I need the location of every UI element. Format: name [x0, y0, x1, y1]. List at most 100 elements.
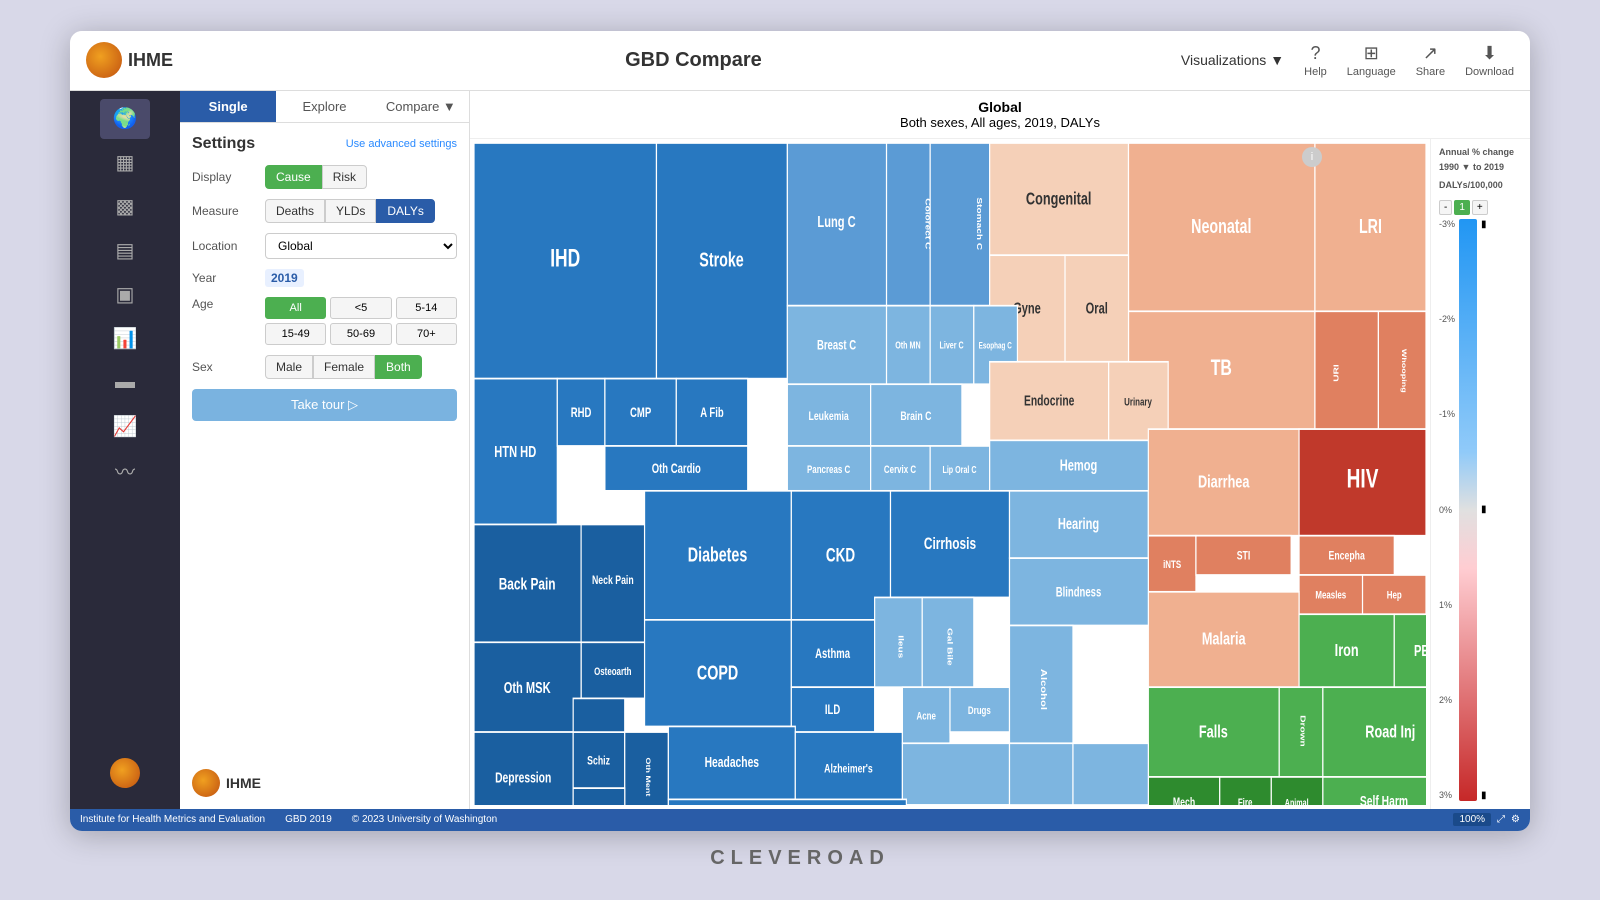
sidebar-icon-grid2[interactable]: ▩: [100, 187, 150, 227]
age-lt5-btn[interactable]: <5: [330, 297, 391, 319]
svg-text:Falls: Falls: [1199, 722, 1228, 742]
display-risk-btn[interactable]: Risk: [322, 165, 367, 189]
tab-explore[interactable]: Explore: [276, 91, 372, 122]
svg-text:Alzheimer's: Alzheimer's: [824, 762, 873, 776]
age-50-69-btn[interactable]: 50-69: [330, 323, 391, 345]
share-action[interactable]: ↗ Share: [1416, 43, 1445, 78]
sidebar-icon-wave[interactable]: 〰: [100, 451, 150, 491]
help-icon: ?: [1310, 43, 1320, 64]
legend-gradient: [1459, 219, 1477, 801]
main-content: 🌍 ▦ ▩ ▤ ▣ 📊 ▬ 📈 〰 Single Expl: [70, 91, 1530, 809]
sidebar-icon-ihme[interactable]: [100, 753, 150, 793]
advanced-link[interactable]: Use advanced settings: [346, 138, 457, 150]
svg-text:PEM: PEM: [1414, 641, 1426, 658]
logo-circle: [86, 42, 122, 78]
svg-text:Back Pain: Back Pain: [499, 575, 556, 593]
svg-text:CKD: CKD: [826, 545, 855, 566]
tm-schiz2: [573, 698, 625, 732]
svg-text:Measles: Measles: [1315, 589, 1346, 602]
age-label: Age: [192, 297, 257, 311]
svg-text:Breast C: Breast C: [817, 337, 857, 352]
svg-text:Stroke: Stroke: [699, 247, 744, 270]
svg-text:Oth MN: Oth MN: [895, 339, 920, 351]
svg-text:Mech: Mech: [1173, 795, 1195, 804]
sidebar-icon-stack[interactable]: ▬: [100, 363, 150, 403]
app-container: IHME GBD Compare Visualizations ▼ ? Help…: [70, 31, 1530, 870]
svg-text:Gal Bile: Gal Bile: [946, 628, 954, 666]
svg-text:Esophag C: Esophag C: [979, 340, 1012, 350]
sidebar-icon-chart[interactable]: 📈: [100, 407, 150, 447]
control-panel: Single Explore Compare ▼ Settings Use ad…: [180, 91, 470, 809]
age-row: Age All <5 5-14 15-49 50-69 70+: [192, 297, 457, 345]
status-bar: Institute for Health Metrics and Evaluat…: [70, 809, 1530, 831]
visualizations-button[interactable]: Visualizations ▼: [1181, 52, 1284, 68]
expand-icon[interactable]: ⤢: [1497, 814, 1505, 825]
chevron-down-icon: ▼: [1270, 52, 1284, 68]
tm-misc3: [668, 799, 906, 805]
age-15-49-btn[interactable]: 15-49: [265, 323, 326, 345]
tab-single[interactable]: Single: [180, 91, 276, 122]
help-action[interactable]: ? Help: [1304, 43, 1327, 78]
help-label: Help: [1304, 66, 1327, 78]
age-70plus-btn[interactable]: 70+: [396, 323, 457, 345]
svg-text:Urinary: Urinary: [1124, 396, 1152, 409]
age-all-btn[interactable]: All: [265, 297, 326, 319]
svg-text:RHD: RHD: [571, 405, 592, 420]
svg-text:TB: TB: [1211, 355, 1232, 380]
app-title: GBD Compare: [625, 49, 762, 71]
svg-text:Drown: Drown: [1299, 715, 1307, 746]
sex-male-btn[interactable]: Male: [265, 355, 313, 379]
location-select[interactable]: Global: [265, 233, 457, 259]
logo-area: IHME: [86, 42, 206, 78]
svg-text:Depression: Depression: [495, 769, 551, 785]
svg-text:Leukemia: Leukemia: [809, 409, 849, 423]
download-action[interactable]: ⬇ Download: [1465, 43, 1514, 78]
sidebar-bottom: [100, 753, 150, 801]
measure-ylds-btn[interactable]: YLDs: [325, 199, 376, 223]
language-action[interactable]: ⊞ Language: [1347, 43, 1396, 78]
info-icon[interactable]: i: [1302, 147, 1322, 167]
measure-dalys-btn[interactable]: DALYs: [376, 199, 434, 223]
svg-text:Congenital: Congenital: [1026, 189, 1092, 209]
zoom-indicator: 100%: [1453, 813, 1491, 826]
svg-text:LRI: LRI: [1359, 214, 1382, 237]
svg-text:Hemog: Hemog: [1060, 456, 1098, 473]
year-display: 2019: [265, 269, 304, 287]
sidebar: 🌍 ▦ ▩ ▤ ▣ 📊 ▬ 📈 〰: [70, 91, 180, 809]
sex-both-btn[interactable]: Both: [375, 355, 422, 379]
sidebar-icon-globe[interactable]: 🌍: [100, 99, 150, 139]
language-label: Language: [1347, 66, 1396, 78]
legend-active-btn[interactable]: 1: [1454, 200, 1470, 215]
measure-label: Measure: [192, 204, 257, 218]
legend-plus-btn[interactable]: +: [1472, 200, 1488, 215]
svg-text:Fire: Fire: [1238, 796, 1253, 804]
settings-icon[interactable]: ⚙: [1511, 814, 1520, 825]
treemap-container: i IHD Stroke Lung C: [470, 139, 1430, 809]
settings-title: Settings: [192, 135, 255, 153]
age-5-14-btn[interactable]: 5-14: [396, 297, 457, 319]
tm-misc5: [1073, 743, 1148, 805]
svg-text:Headaches: Headaches: [705, 754, 759, 770]
tab-compare[interactable]: Compare ▼: [373, 91, 469, 122]
settings-panel: Settings Use advanced settings Display C…: [180, 123, 469, 757]
display-btn-group: Cause Risk: [265, 165, 367, 189]
chart-area: Global Both sexes, All ages, 2019, DALYs…: [470, 91, 1530, 809]
sex-btn-group: Male Female Both: [265, 355, 422, 379]
legend-minus-btn[interactable]: -: [1439, 200, 1452, 215]
sidebar-icon-grid3[interactable]: ▤: [100, 231, 150, 271]
sidebar-icon-bars[interactable]: 📊: [100, 319, 150, 359]
svg-text:Road Inj: Road Inj: [1365, 722, 1415, 742]
chart-body: i IHD Stroke Lung C: [470, 139, 1530, 809]
share-icon: ↗: [1423, 43, 1438, 64]
sidebar-icon-grid1[interactable]: ▦: [100, 143, 150, 183]
sidebar-icon-grid4[interactable]: ▣: [100, 275, 150, 315]
measure-deaths-btn[interactable]: Deaths: [265, 199, 325, 223]
sex-female-btn[interactable]: Female: [313, 355, 375, 379]
tab-compare-label: Compare ▼: [386, 99, 456, 114]
chart-header: Global Both sexes, All ages, 2019, DALYs: [470, 91, 1530, 139]
svg-text:Oth Ment: Oth Ment: [645, 757, 652, 796]
svg-text:HIV: HIV: [1347, 463, 1379, 493]
display-cause-btn[interactable]: Cause: [265, 165, 322, 189]
tour-button[interactable]: Take tour ▷: [192, 389, 457, 421]
status-institute: Institute for Health Metrics and Evaluat…: [80, 814, 265, 825]
